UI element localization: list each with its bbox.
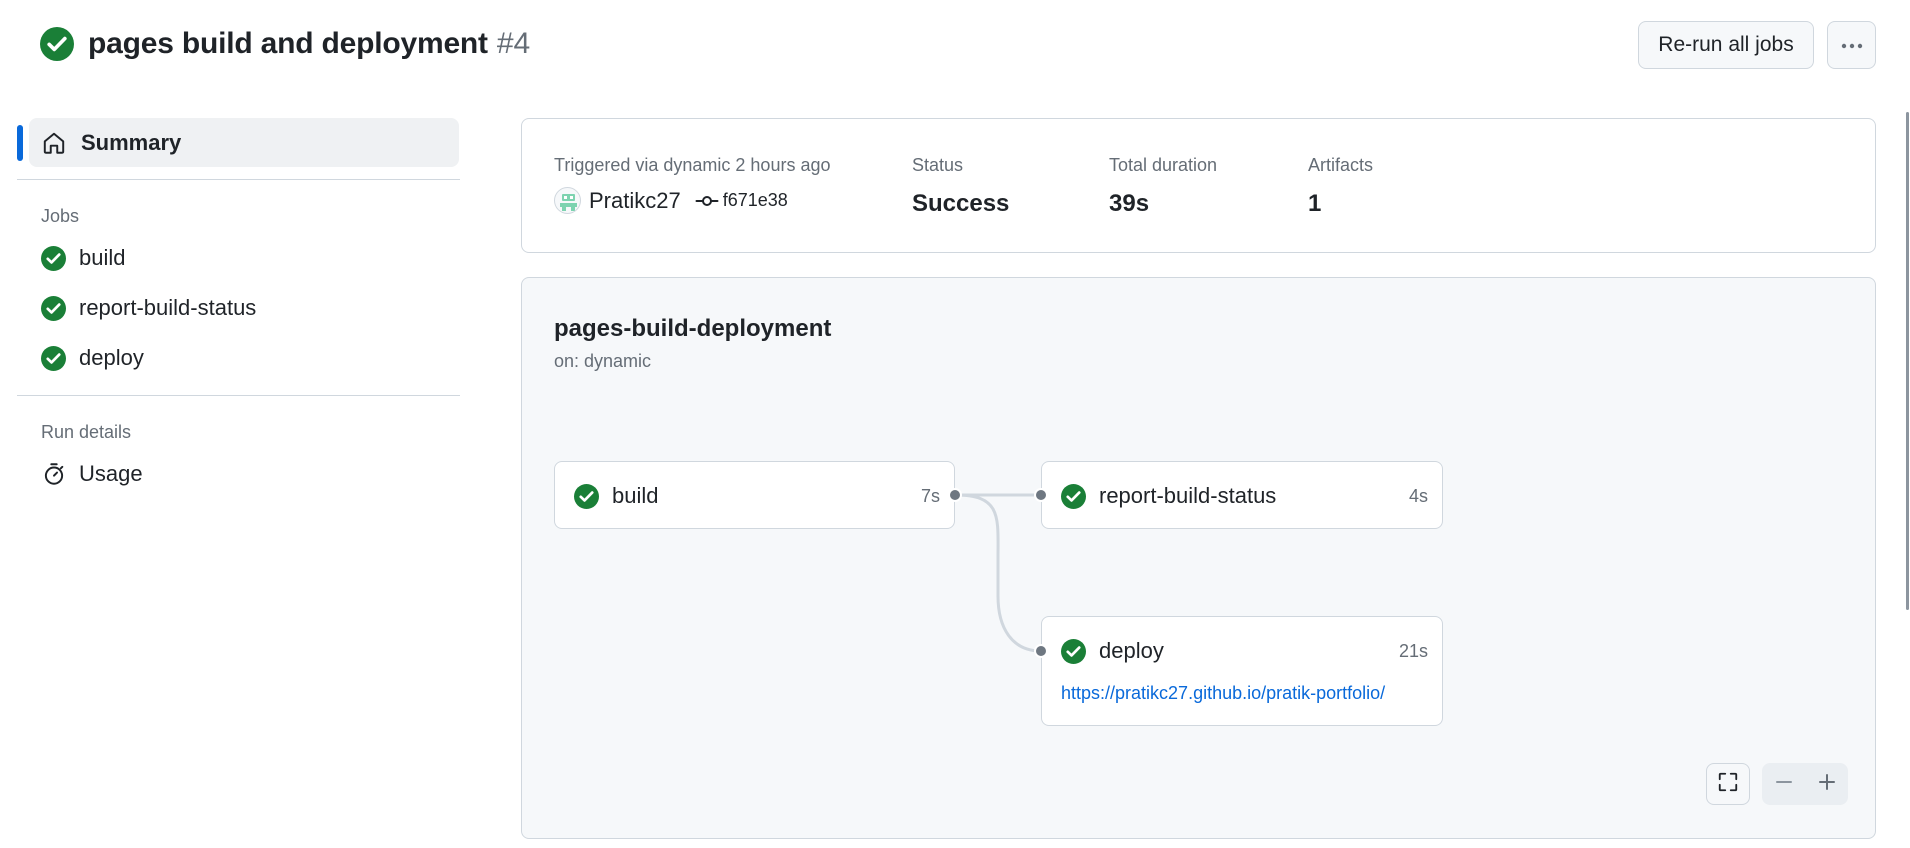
graph-node-out bbox=[948, 488, 962, 502]
trigger-info: Triggered via dynamic 2 hours ago Pratik… bbox=[554, 155, 830, 214]
workflow-name: pages-build-deployment bbox=[554, 315, 832, 342]
check-circle-icon bbox=[1061, 483, 1086, 509]
plus-icon bbox=[1817, 772, 1837, 797]
run-header: pages build and deployment #4 bbox=[40, 26, 530, 62]
sidebar-item-usage[interactable]: Usage bbox=[41, 449, 460, 499]
graph-job-report-build-status[interactable]: report-build-status 4s bbox=[1041, 461, 1443, 529]
sidebar: Summary Jobs build report-build-status d… bbox=[17, 118, 460, 499]
check-circle-icon bbox=[574, 483, 599, 509]
home-icon bbox=[41, 130, 67, 156]
graph-node-in bbox=[1034, 644, 1048, 658]
sidebar-job-deploy[interactable]: deploy bbox=[41, 333, 460, 383]
zoom-out-button[interactable] bbox=[1762, 763, 1805, 805]
artifacts-value[interactable]: 1 bbox=[1308, 190, 1373, 218]
job-duration: 4s bbox=[1408, 485, 1428, 506]
zoom-in-button[interactable] bbox=[1805, 763, 1848, 805]
actor-link[interactable]: Pratikc27 bbox=[589, 188, 681, 214]
sidebar-item-label: report-build-status bbox=[79, 295, 257, 320]
job-connectors bbox=[955, 493, 1042, 653]
job-name: deploy bbox=[1099, 638, 1164, 663]
artifacts-label: Artifacts bbox=[1308, 155, 1374, 175]
duration-info: Total duration 39s bbox=[1109, 155, 1217, 218]
job-name: build bbox=[612, 483, 659, 508]
page-scrollbar[interactable] bbox=[1906, 112, 1909, 610]
artifacts-info: Artifacts 1 bbox=[1308, 155, 1373, 218]
avatar[interactable] bbox=[554, 187, 581, 214]
run-number: #4 bbox=[496, 27, 531, 60]
check-circle-icon bbox=[41, 345, 66, 371]
check-circle-icon bbox=[41, 295, 66, 321]
sidebar-item-label: Summary bbox=[81, 129, 182, 155]
fullscreen-button[interactable] bbox=[1706, 763, 1750, 805]
divider bbox=[17, 179, 460, 180]
page-title: pages build and deployment bbox=[88, 27, 488, 60]
zoom-controls bbox=[1762, 763, 1848, 805]
sidebar-job-build[interactable]: build bbox=[41, 233, 460, 283]
check-circle-icon bbox=[41, 245, 66, 271]
job-duration: 21s bbox=[1398, 640, 1428, 661]
sidebar-item-label: Usage bbox=[79, 461, 143, 486]
active-indicator bbox=[17, 125, 23, 161]
graph-job-build[interactable]: build 7s bbox=[554, 461, 955, 529]
stopwatch-icon bbox=[41, 461, 67, 487]
trigger-label: Triggered via dynamic 2 hours ago bbox=[554, 155, 831, 175]
check-circle-icon bbox=[40, 27, 74, 61]
workflow-graph: pages-build-deployment on: dynamic build… bbox=[521, 277, 1876, 839]
deployment-url-link[interactable]: https://pratikc27.github.io/pratik-portf… bbox=[1061, 683, 1385, 704]
divider bbox=[17, 395, 460, 396]
rerun-all-jobs-button[interactable]: Re-run all jobs bbox=[1638, 21, 1814, 69]
jobs-heading: Jobs bbox=[41, 206, 80, 226]
screen-full-icon bbox=[1717, 771, 1739, 798]
sidebar-item-summary[interactable]: Summary bbox=[17, 118, 459, 167]
more-options-button[interactable] bbox=[1827, 21, 1876, 69]
graph-node-in bbox=[1034, 488, 1048, 502]
status-label: Status bbox=[912, 155, 964, 175]
check-circle-icon bbox=[1061, 638, 1086, 664]
workflow-trigger: on: dynamic bbox=[554, 351, 652, 371]
sidebar-item-label: deploy bbox=[79, 345, 144, 370]
kebab-horizontal-icon bbox=[1840, 38, 1864, 53]
commit-sha-link[interactable]: f671e38 bbox=[723, 190, 788, 211]
git-commit-icon bbox=[695, 189, 719, 213]
duration-value[interactable]: 39s bbox=[1109, 190, 1217, 218]
sidebar-job-report-build-status[interactable]: report-build-status bbox=[41, 283, 460, 333]
run-summary-card: Triggered via dynamic 2 hours ago Pratik… bbox=[521, 118, 1876, 253]
status-info: Status Success bbox=[912, 155, 1009, 218]
dash-icon bbox=[1774, 772, 1794, 797]
sidebar-item-label: build bbox=[79, 245, 126, 270]
run-details-heading: Run details bbox=[41, 422, 132, 442]
status-value: Success bbox=[912, 190, 1010, 217]
duration-label: Total duration bbox=[1109, 155, 1218, 175]
graph-job-deploy[interactable]: deploy 21s https://pratikc27.github.io/p… bbox=[1041, 616, 1443, 726]
job-duration: 7s bbox=[920, 485, 940, 506]
job-name: report-build-status bbox=[1099, 483, 1277, 508]
